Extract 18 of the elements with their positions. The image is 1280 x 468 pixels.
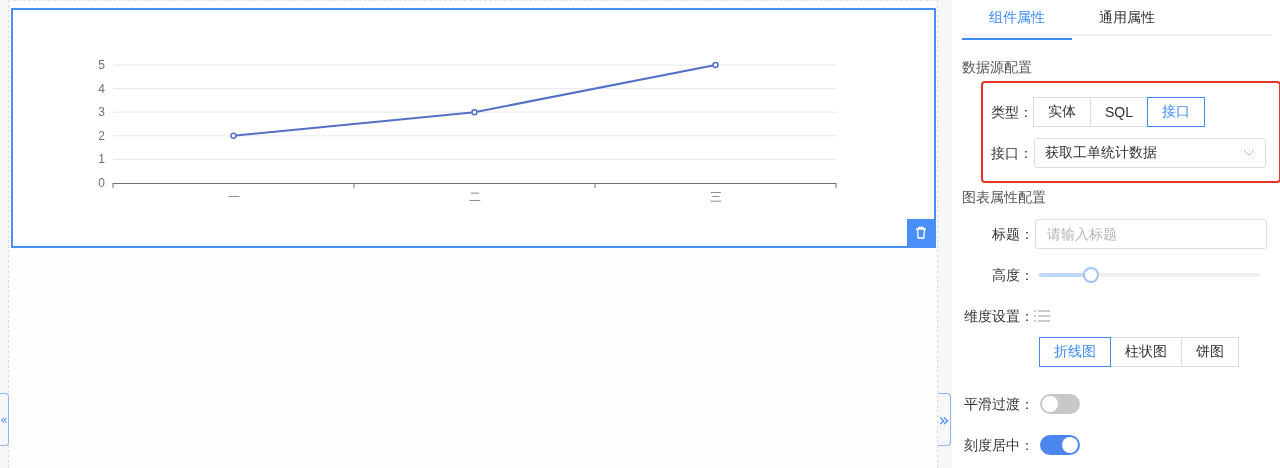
axis-tick-label: 4 [98, 81, 105, 96]
field-label: 平滑过渡： [963, 394, 1034, 414]
field-label: 接口： [990, 143, 1033, 163]
axis-tick-label: 1 [98, 152, 105, 167]
section-title: 图表属性配置 [962, 189, 1047, 207]
axis-category-label: 一 [227, 190, 240, 204]
field-label: 类型： [990, 102, 1033, 122]
field-label: 维度设置： [963, 306, 1034, 326]
axis-category-label: 三 [709, 190, 722, 204]
section-title: 数据源配置 [962, 59, 1033, 77]
axis-tick-label: 2 [98, 128, 105, 143]
axis-tick-label: 3 [98, 105, 105, 120]
axis-category-label: 二 [468, 190, 481, 204]
field-label: 高度： [991, 265, 1034, 285]
field-label: 标题： [991, 224, 1034, 244]
axis-tick-label: 0 [98, 176, 105, 190]
axis-tick-label: 5 [98, 58, 105, 72]
field-label: 刻度居中： [963, 435, 1034, 455]
